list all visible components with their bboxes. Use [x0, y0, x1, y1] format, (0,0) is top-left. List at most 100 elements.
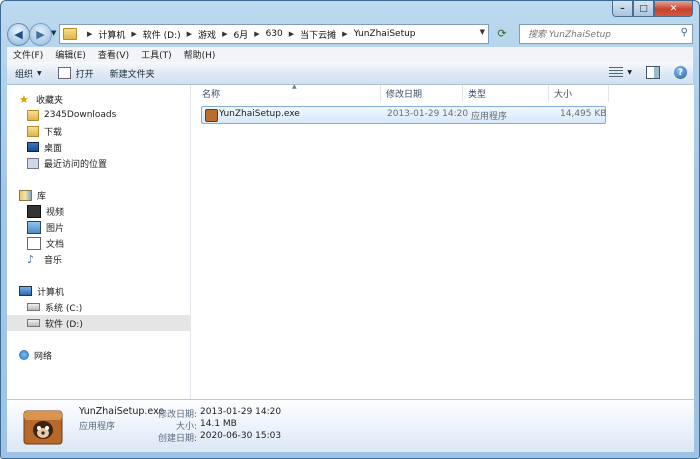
address-bar[interactable]: ▶ 计算机 ▶ 软件 (D:) ▶ 游戏 ▶ 6月 ▶ 630 ▶ 当下云摊 ▶…: [59, 24, 489, 44]
recent-places-icon: [27, 157, 39, 169]
column-name[interactable]: 名称 ▲: [197, 83, 381, 102]
menu-bar: 文件(F) 编辑(E) 查看(V) 工具(T) 帮助(H): [7, 47, 693, 63]
new-folder-label: 新建文件夹: [109, 69, 155, 80]
nav-item-documents[interactable]: 文档: [7, 235, 210, 251]
nav-item-recent-places[interactable]: 最近访问的位置: [7, 155, 210, 171]
file-type: 应用程序: [471, 112, 508, 122]
forward-button[interactable]: ▶: [29, 23, 52, 46]
view-controls: ▼ ?: [609, 66, 687, 79]
crumb-drive-d[interactable]: 软件 (D:): [143, 28, 181, 41]
chevron-down-icon: ▼: [37, 69, 42, 77]
file-list: 名称 ▲ 修改日期 类型 大小 YunZhaiSetup.exe 2013-01…: [191, 83, 694, 399]
nav-item-drive-d[interactable]: 软件 (D:): [7, 315, 210, 331]
caption-buttons: – □ ✕: [612, 1, 693, 17]
navigation-row: ◀ ▶ ▼ ▶ 计算机 ▶ 软件 (D:) ▶ 游戏 ▶ 6月 ▶ 630 ▶ …: [7, 23, 693, 46]
search-input[interactable]: [526, 27, 670, 42]
help-icon[interactable]: ?: [674, 66, 687, 79]
address-dropdown-icon[interactable]: ▼: [480, 28, 485, 36]
menu-help[interactable]: 帮助(H): [178, 48, 222, 61]
open-button[interactable]: 打开: [50, 67, 102, 80]
chevron-right-icon[interactable]: ▶: [254, 30, 259, 38]
details-file-type: 应用程序: [79, 422, 116, 432]
application-icon: [57, 67, 71, 79]
chevron-right-icon[interactable]: ▶: [87, 30, 92, 38]
nav-item-label: 下载: [44, 127, 63, 138]
nav-item-music[interactable]: ♪ 音乐: [7, 251, 210, 267]
crumb-dangxia[interactable]: 当下云摊: [300, 28, 336, 41]
nav-item-drive-c[interactable]: 系统 (C:): [7, 299, 210, 315]
nav-item-label: 文档: [46, 239, 65, 250]
star-icon: ★: [19, 92, 29, 106]
minimize-button[interactable]: –: [612, 1, 633, 17]
file-modified: 2013-01-29 14:20: [387, 109, 469, 119]
explorer-window: – □ ✕ ◀ ▶ ▼ ▶ 计算机 ▶ 软件 (D:) ▶ 游戏 ▶ 6月 ▶ …: [0, 0, 700, 459]
column-size[interactable]: 大小: [549, 85, 609, 102]
column-modified[interactable]: 修改日期: [381, 85, 463, 102]
back-arrow-icon: ◀: [14, 28, 23, 41]
nav-network[interactable]: 网络: [7, 347, 202, 363]
nav-item-2345downloads[interactable]: 2345Downloads: [7, 107, 210, 123]
details-created-value: 2020-06-30 15:03: [200, 431, 282, 441]
nav-item-label: 桌面: [44, 143, 63, 154]
file-size: 14,495 KB: [560, 109, 607, 119]
chevron-right-icon[interactable]: ▶: [187, 30, 192, 38]
menu-view[interactable]: 查看(V): [92, 48, 135, 61]
refresh-button[interactable]: ⟳: [491, 24, 513, 42]
navigation-pane: ★ 收藏夹 2345Downloads 下载 桌面 最近访问的位置 库 视频 图…: [7, 85, 210, 399]
drive-icon: [27, 303, 40, 311]
nav-computer-label: 计算机: [37, 287, 65, 298]
menu-file[interactable]: 文件(F): [7, 48, 49, 61]
nav-favorites-label: 收藏夹: [36, 95, 64, 106]
nav-item-downloads[interactable]: 下载: [7, 123, 210, 139]
nav-item-label: 2345Downloads: [44, 110, 117, 120]
crumb-yunzhaisetup[interactable]: YunZhaiSetup: [354, 29, 416, 39]
breadcrumb: ▶ 计算机 ▶ 软件 (D:) ▶ 游戏 ▶ 6月 ▶ 630 ▶ 当下云摊 ▶…: [81, 28, 416, 41]
chevron-right-icon[interactable]: ▶: [289, 30, 294, 38]
network-icon: [19, 350, 29, 360]
close-button[interactable]: ✕: [654, 1, 693, 17]
new-folder-button[interactable]: 新建文件夹: [102, 67, 163, 80]
folder-icon: [63, 28, 77, 40]
chevron-right-icon[interactable]: ▶: [342, 30, 347, 38]
nav-item-desktop[interactable]: 桌面: [7, 139, 210, 155]
document-library-icon: [27, 236, 41, 250]
change-view-button[interactable]: ▼: [609, 67, 632, 78]
back-button[interactable]: ◀: [7, 23, 30, 46]
column-name-label: 名称: [202, 90, 221, 100]
maximize-button[interactable]: □: [633, 1, 654, 17]
search-box[interactable]: ⚲: [519, 24, 693, 44]
nav-computer[interactable]: 计算机: [7, 283, 202, 299]
chevron-right-icon[interactable]: ▶: [222, 30, 227, 38]
downloads-folder-icon: [27, 125, 39, 137]
nav-favorites[interactable]: ★ 收藏夹: [7, 91, 202, 107]
crumb-june[interactable]: 6月: [233, 28, 248, 41]
crumb-computer[interactable]: 计算机: [98, 28, 125, 41]
video-library-icon: [27, 204, 41, 218]
recent-pages-dropdown-icon[interactable]: ▼: [51, 29, 56, 37]
organize-label: 组织: [15, 69, 34, 80]
libraries-icon: [19, 189, 32, 201]
details-modified-value: 2013-01-29 14:20: [200, 407, 282, 417]
nav-item-pictures[interactable]: 图片: [7, 219, 210, 235]
preview-pane-icon[interactable]: [646, 66, 660, 79]
application-icon: [205, 109, 218, 122]
crumb-games[interactable]: 游戏: [198, 28, 216, 41]
details-created-label: 创建日期:: [157, 434, 197, 444]
chevron-right-icon[interactable]: ▶: [131, 30, 136, 38]
search-icon[interactable]: ⚲: [681, 27, 688, 38]
nav-network-label: 网络: [34, 351, 53, 362]
nav-libraries[interactable]: 库: [7, 187, 202, 203]
nav-item-label: 系统 (C:): [45, 303, 83, 314]
column-type[interactable]: 类型: [463, 85, 549, 102]
menu-tools[interactable]: 工具(T): [135, 48, 178, 61]
crumb-630[interactable]: 630: [266, 29, 283, 39]
command-bar: 组织 ▼ 打开 新建文件夹 ▼ ?: [7, 62, 693, 85]
nav-libraries-label: 库: [37, 191, 47, 202]
view-details-icon: [609, 67, 624, 78]
nav-item-videos[interactable]: 视频: [7, 203, 210, 219]
menu-edit[interactable]: 编辑(E): [49, 48, 92, 61]
music-note-icon: ♪: [27, 252, 35, 266]
organize-button[interactable]: 组织 ▼: [7, 67, 50, 80]
file-row[interactable]: YunZhaiSetup.exe 2013-01-29 14:20 应用程序 1…: [201, 106, 606, 124]
computer-icon: [19, 286, 32, 296]
